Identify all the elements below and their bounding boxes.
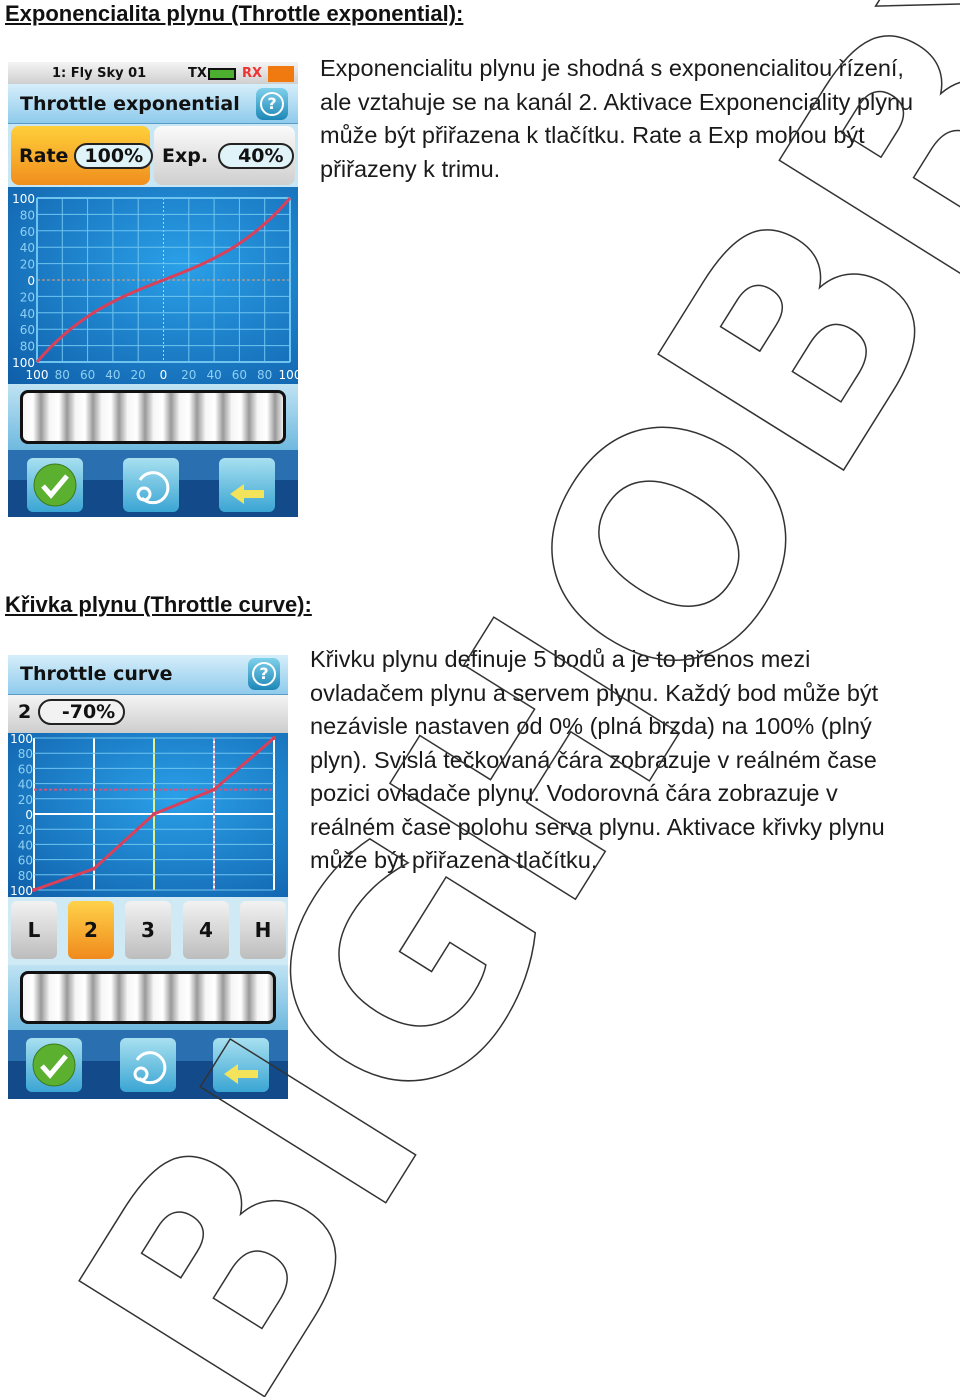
watermark-text: BIGHOBBY [14, 0, 960, 1397]
watermark: BIGHOBBY [13, 0, 960, 1397]
